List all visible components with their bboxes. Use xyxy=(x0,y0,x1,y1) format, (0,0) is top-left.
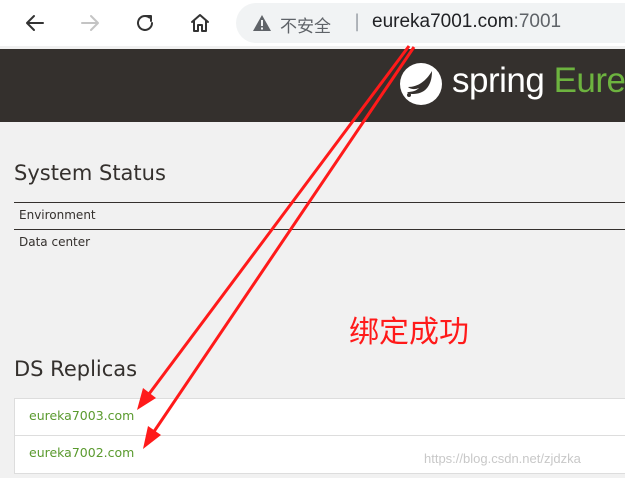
browser-toolbar: 不安全 | eureka7001.com:7001 xyxy=(0,0,625,46)
main-content: System Status Environment Data center DS… xyxy=(0,122,625,478)
warning-icon[interactable] xyxy=(252,14,272,32)
ds-replicas-title: DS Replicas xyxy=(14,357,138,381)
home-icon xyxy=(191,14,209,32)
eureka-header: spring Eure xyxy=(0,49,625,122)
brand-accent: Eure xyxy=(553,61,625,100)
address-separator: | xyxy=(354,11,361,32)
status-row-data-center: Data center xyxy=(14,229,625,256)
back-button[interactable] xyxy=(19,7,51,39)
reload-icon xyxy=(137,14,153,31)
brand-logo-text[interactable]: spring Eure xyxy=(452,61,625,101)
url-text[interactable]: eureka7001.com:7001 xyxy=(372,11,561,33)
status-row-environment: Environment xyxy=(14,202,625,229)
screenshot-root: 不安全 | eureka7001.com:7001 spring Eure Sy… xyxy=(0,0,625,478)
url-port: :7001 xyxy=(513,11,562,32)
watermark-text: https://blog.csdn.net/zjdzka xyxy=(424,451,581,466)
address-bar[interactable]: 不安全 | eureka7001.com:7001 xyxy=(236,3,625,43)
forward-button[interactable] xyxy=(74,7,106,39)
annotation-label: 绑定成功 xyxy=(349,315,469,350)
system-status-table: Environment Data center xyxy=(14,202,625,256)
back-arrow-icon xyxy=(26,15,44,31)
system-status-title: System Status xyxy=(14,161,166,185)
spring-leaf-icon[interactable] xyxy=(398,61,444,107)
brand-main: spring xyxy=(452,61,545,100)
insecure-label[interactable]: 不安全 xyxy=(280,12,331,37)
replica-link-eureka7003[interactable]: eureka7003.com xyxy=(14,398,625,436)
url-host: eureka7001.com xyxy=(372,11,514,32)
forward-arrow-icon xyxy=(81,15,99,31)
reload-button[interactable] xyxy=(129,7,161,39)
home-button[interactable] xyxy=(184,7,216,39)
